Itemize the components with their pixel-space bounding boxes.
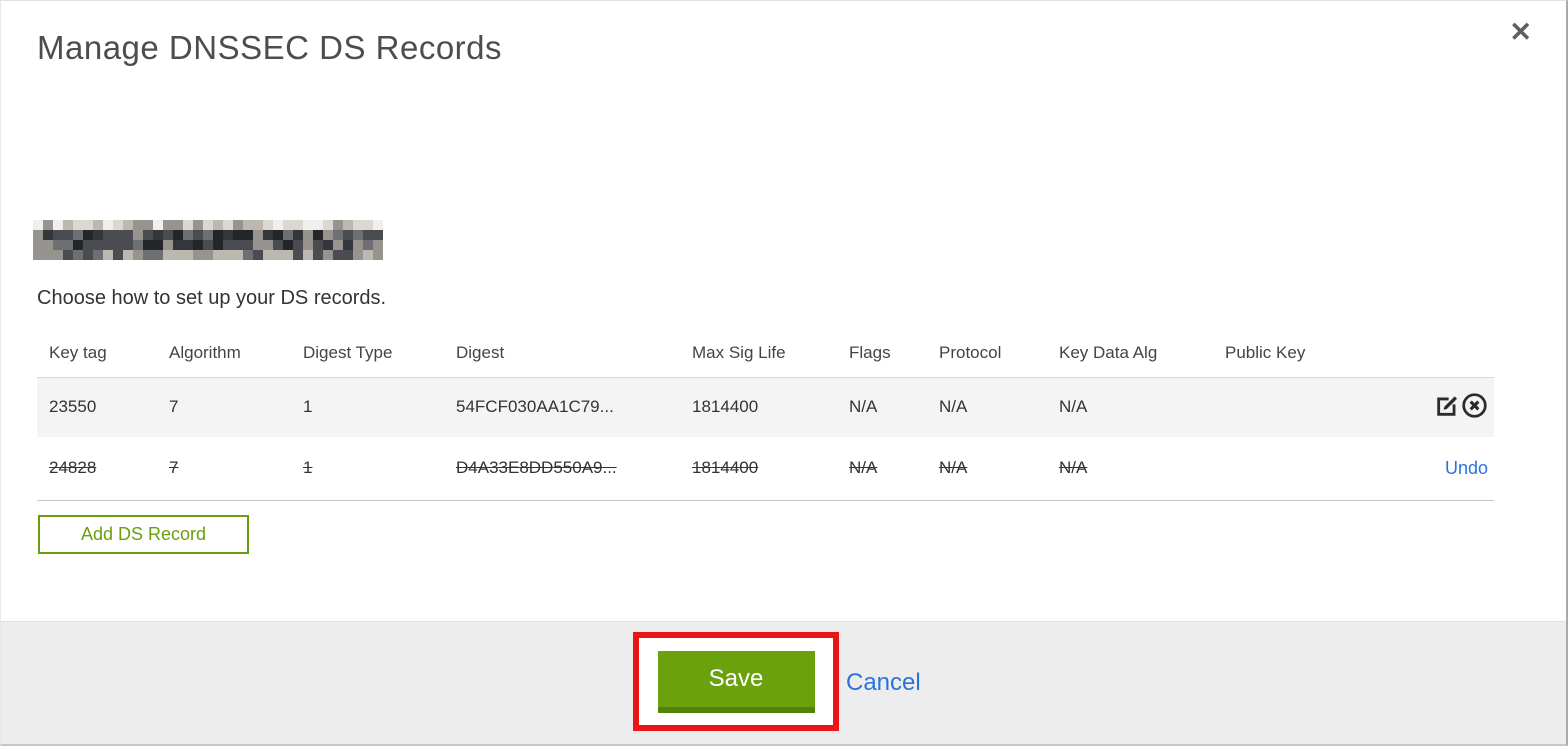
edit-icon	[1434, 396, 1460, 422]
cell-key-tag: 24828	[37, 437, 157, 501]
cell-max-sig-life: 1814400	[680, 437, 837, 501]
col-digest: Digest	[444, 329, 680, 378]
close-icon[interactable]: ✕	[1509, 19, 1532, 46]
delete-record-button[interactable]	[1461, 392, 1488, 422]
table-row: 24828 7 1 D4A33E8DD550A9... 1814400 N/A …	[37, 437, 1494, 501]
cell-protocol: N/A	[927, 377, 1047, 437]
save-button[interactable]: Save	[657, 650, 815, 713]
cell-key-data-alg: N/A	[1047, 377, 1213, 437]
delete-icon	[1461, 393, 1488, 422]
cell-public-key	[1213, 377, 1353, 437]
dialog-footer: Save Cancel	[1, 621, 1566, 744]
add-ds-record-button[interactable]: Add DS Record	[38, 515, 249, 554]
manage-dnssec-dialog: Manage DNSSEC DS Records ✕ Choose how to…	[0, 0, 1568, 746]
cell-digest: 54FCF030AA1C79...	[444, 377, 680, 437]
col-algorithm: Algorithm	[157, 329, 291, 378]
col-max-sig-life: Max Sig Life	[680, 329, 837, 378]
cell-key-tag: 23550	[37, 377, 157, 437]
cell-key-data-alg: N/A	[1047, 437, 1213, 501]
cell-digest: D4A33E8DD550A9...	[444, 437, 680, 501]
instruction-text: Choose how to set up your DS records.	[37, 287, 387, 309]
col-digest-type: Digest Type	[291, 329, 444, 378]
col-protocol: Protocol	[927, 329, 1047, 378]
table-header-row: Key tag Algorithm Digest Type Digest Max…	[37, 329, 1494, 378]
col-key-tag: Key tag	[37, 329, 157, 378]
cancel-link[interactable]: Cancel	[846, 669, 921, 697]
edit-record-button[interactable]	[1434, 393, 1460, 422]
ds-records-table: Key tag Algorithm Digest Type Digest Max…	[37, 329, 1494, 501]
undo-link[interactable]: Undo	[1445, 458, 1488, 478]
cell-digest-type: 1	[291, 377, 444, 437]
dialog-title: Manage DNSSEC DS Records	[37, 29, 503, 66]
cell-flags: N/A	[837, 437, 927, 501]
table-row: 23550 7 1 54FCF030AA1C79... 1814400 N/A …	[37, 377, 1494, 437]
cell-algorithm: 7	[157, 377, 291, 437]
col-flags: Flags	[837, 329, 927, 378]
cell-max-sig-life: 1814400	[680, 377, 837, 437]
col-key-data-alg: Key Data Alg	[1047, 329, 1213, 378]
redacted-domain	[33, 220, 383, 260]
col-actions	[1353, 329, 1494, 378]
cell-public-key	[1213, 437, 1353, 501]
annotation-highlight: Save	[633, 632, 839, 731]
cell-algorithm: 7	[157, 437, 291, 501]
cell-flags: N/A	[837, 377, 927, 437]
cell-digest-type: 1	[291, 437, 444, 501]
cell-protocol: N/A	[927, 437, 1047, 501]
col-public-key: Public Key	[1213, 329, 1353, 378]
